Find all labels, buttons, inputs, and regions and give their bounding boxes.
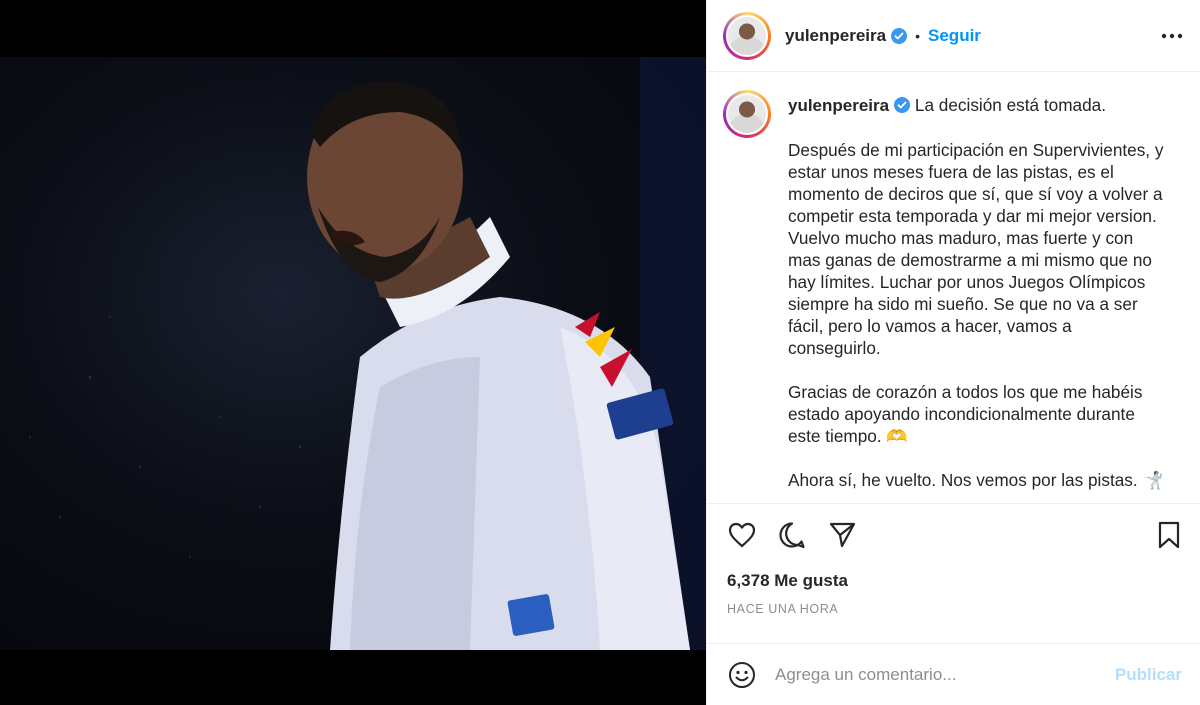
verified-badge-icon [894, 96, 911, 113]
caption-first-line: yulenpereira La decisión está tomada. [788, 94, 1168, 117]
instagram-post-modal: yulenpereira • Seguir yulenpereira La de… [0, 0, 1200, 705]
comment-icon[interactable] [777, 520, 807, 550]
avatar-image [726, 14, 768, 57]
post-header: yulenpereira • Seguir [707, 0, 1200, 72]
caption-avatar-face [728, 95, 766, 133]
caption-avatar-image [726, 93, 768, 135]
emoji-smiley-icon[interactable] [727, 660, 757, 690]
verified-badge-icon [891, 27, 908, 44]
heart-icon[interactable] [727, 520, 757, 550]
post-side-panel: yulenpereira • Seguir yulenpereira La de… [706, 0, 1200, 705]
post-media [0, 0, 706, 705]
bookmark-icon[interactable] [1154, 520, 1184, 550]
paper-plane-icon[interactable] [827, 520, 857, 550]
caption-text: yulenpereira La decisión está tomada. De… [788, 90, 1168, 503]
caption-area: yulenpereira La decisión está tomada. De… [707, 72, 1200, 503]
post-photo[interactable] [0, 57, 706, 650]
caption-headline: La decisión está tomada. [914, 95, 1106, 115]
post-actions [707, 503, 1200, 565]
publish-button[interactable]: Publicar [1115, 665, 1182, 685]
follow-button[interactable]: Seguir [928, 26, 981, 46]
post-timestamp[interactable]: HACE UNA HORA [707, 591, 1200, 643]
avatar[interactable] [723, 11, 771, 60]
likes-count[interactable]: 6,378 Me gusta [707, 565, 1200, 591]
comment-input[interactable] [775, 664, 1115, 685]
header-username[interactable]: yulenpereira [785, 26, 886, 46]
separator-dot: • [915, 27, 921, 44]
caption-paragraph: Ahora sí, he vuelto. Nos vemos por las p… [788, 470, 1164, 490]
caption-paragraph: Después de mi participación en Supervivi… [788, 140, 1164, 358]
caption-username[interactable]: yulenpereira [788, 96, 889, 115]
avatar-face [728, 16, 766, 55]
caption-paragraph: Gracias de corazón a todos los que me ha… [788, 382, 1143, 446]
fencer-photo-illustration [29, 57, 706, 650]
caption-avatar[interactable] [723, 90, 771, 138]
more-options-icon[interactable] [1160, 24, 1184, 48]
comment-bar: Publicar [707, 643, 1200, 705]
